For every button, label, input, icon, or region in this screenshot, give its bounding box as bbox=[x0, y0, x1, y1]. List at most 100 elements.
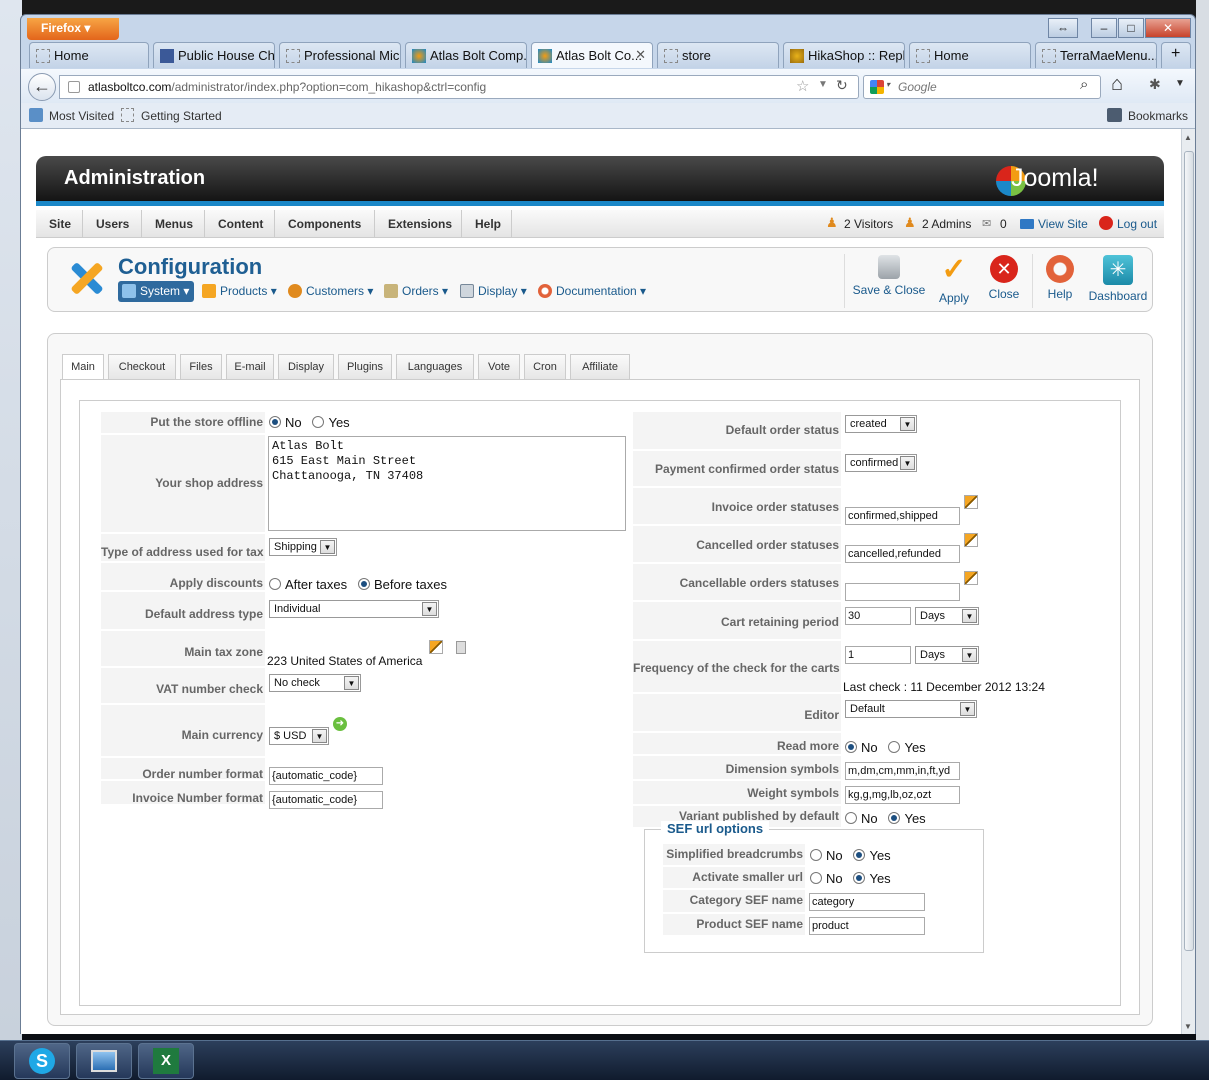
submenu-system[interactable]: System ▾ bbox=[118, 281, 194, 302]
browser-tab[interactable]: Home bbox=[909, 42, 1031, 68]
view-site-link[interactable]: View Site bbox=[1038, 217, 1088, 231]
trash-icon[interactable] bbox=[456, 641, 466, 654]
home-icon[interactable]: ⌂ bbox=[1111, 73, 1123, 96]
skype-taskbar-button[interactable]: S bbox=[14, 1043, 70, 1079]
default-address-select[interactable]: Individual ▼ bbox=[269, 600, 439, 618]
new-tab-button[interactable]: + bbox=[1161, 42, 1191, 68]
radio-unchecked[interactable] bbox=[888, 741, 901, 753]
cart-retaining-input[interactable]: 30 bbox=[845, 607, 911, 625]
shop-address-textarea[interactable]: Atlas Bolt 615 East Main Street Chattano… bbox=[268, 436, 626, 531]
logout-link[interactable]: Log out bbox=[1117, 217, 1157, 231]
tab-main[interactable]: Main bbox=[62, 354, 104, 381]
invoice-format-input[interactable]: {automatic_code} bbox=[269, 791, 383, 809]
tab-affiliate[interactable]: Affiliate bbox=[570, 354, 630, 380]
menu-dropdown-icon[interactable]: ▼ bbox=[1175, 78, 1185, 89]
scrollbar-thumb[interactable] bbox=[1184, 151, 1194, 951]
store-offline-radio[interactable]: No Yes bbox=[269, 415, 350, 430]
browser-tab[interactable]: Professional Mic... bbox=[279, 42, 401, 68]
apply-button[interactable]: ✓ Apply bbox=[934, 252, 974, 308]
search-icon[interactable]: ⌕ bbox=[1080, 76, 1088, 93]
menu-content[interactable]: Content bbox=[205, 210, 275, 238]
bookmark-star-icon[interactable]: ☆ bbox=[796, 77, 809, 95]
invoice-statuses-input[interactable]: confirmed,shipped bbox=[845, 507, 960, 525]
google-icon[interactable] bbox=[870, 80, 884, 94]
tab-languages[interactable]: Languages bbox=[396, 354, 474, 380]
radio-checked[interactable] bbox=[888, 812, 901, 824]
tab-display[interactable]: Display bbox=[278, 354, 334, 380]
dashboard-button[interactable]: ✳ Dashboard bbox=[1088, 252, 1148, 308]
firefox-menu-button[interactable]: Firefox ▾ bbox=[27, 18, 119, 40]
browser-tab[interactable]: Public House Ch... bbox=[153, 42, 275, 68]
vat-check-select[interactable]: No check ▼ bbox=[269, 674, 361, 692]
radio-checked[interactable] bbox=[357, 578, 370, 590]
radio-unchecked[interactable] bbox=[312, 416, 325, 428]
tab-files[interactable]: Files bbox=[180, 354, 222, 380]
tab-vote[interactable]: Vote bbox=[478, 354, 520, 380]
edit-icon[interactable] bbox=[964, 533, 978, 547]
addon-icon[interactable]: ✱ bbox=[1149, 76, 1161, 93]
order-format-input[interactable]: {automatic_code} bbox=[269, 767, 383, 785]
check-frequency-unit-select[interactable]: Days ▼ bbox=[915, 646, 979, 664]
scroll-down-icon[interactable]: ▼ bbox=[1184, 1022, 1192, 1031]
save-close-button[interactable]: Save & Close bbox=[852, 252, 926, 308]
restore-icon[interactable]: ⇔ bbox=[1048, 18, 1078, 38]
scroll-up-icon[interactable]: ▲ bbox=[1184, 133, 1192, 142]
radio-checked[interactable] bbox=[853, 872, 866, 884]
default-status-select[interactable]: created ▼ bbox=[845, 415, 917, 433]
payment-status-select[interactable]: confirmed ▼ bbox=[845, 454, 917, 472]
url-bar[interactable]: atlasboltco.com/administrator/index.php?… bbox=[59, 75, 859, 99]
help-button[interactable]: Help bbox=[1040, 252, 1080, 308]
refresh-icon[interactable]: ➜ bbox=[333, 717, 347, 731]
breadcrumbs-radio[interactable]: No Yes bbox=[810, 848, 891, 863]
submenu-customers[interactable]: Customers ▾ bbox=[286, 281, 373, 302]
radio-checked[interactable] bbox=[269, 416, 281, 428]
dimension-input[interactable]: m,dm,cm,mm,in,ft,yd bbox=[845, 762, 960, 780]
history-dropdown-icon[interactable]: ▼ bbox=[818, 79, 828, 90]
tab-cron[interactable]: Cron bbox=[524, 354, 566, 380]
radio-unchecked[interactable] bbox=[810, 872, 822, 884]
radio-unchecked[interactable] bbox=[269, 578, 281, 590]
messages-count[interactable]: 0 bbox=[1000, 217, 1007, 231]
radio-unchecked[interactable] bbox=[810, 849, 822, 861]
bookmarks-menu[interactable]: Bookmarks bbox=[1128, 109, 1188, 123]
tab-close-icon[interactable]: ✕ bbox=[635, 47, 646, 63]
variant-radio[interactable]: No Yes bbox=[845, 811, 926, 826]
page-scrollbar[interactable]: ▲ ▼ bbox=[1181, 129, 1195, 1034]
submenu-display[interactable]: Display ▾ bbox=[458, 281, 527, 302]
edit-icon[interactable] bbox=[964, 495, 978, 509]
menu-users[interactable]: Users bbox=[83, 210, 142, 238]
excel-taskbar-button[interactable]: X bbox=[138, 1043, 194, 1079]
tab-checkout[interactable]: Checkout bbox=[108, 354, 176, 380]
browser-tab[interactable]: Home bbox=[29, 42, 149, 68]
browser-tab-active[interactable]: Atlas Bolt Co... ✕ bbox=[531, 42, 653, 68]
tab-plugins[interactable]: Plugins bbox=[338, 354, 392, 380]
apply-discounts-radio[interactable]: After taxes Before taxes bbox=[269, 577, 447, 592]
radio-checked[interactable] bbox=[853, 849, 866, 861]
back-button[interactable]: ← bbox=[28, 73, 56, 101]
product-sef-input[interactable]: product bbox=[809, 917, 925, 935]
read-more-radio[interactable]: No Yes bbox=[845, 740, 926, 755]
engine-dropdown-icon[interactable]: ▾ bbox=[886, 80, 890, 89]
weight-input[interactable]: kg,g,mg,lb,oz,ozt bbox=[845, 786, 960, 804]
browser-tab[interactable]: TerraMaeMenu.... bbox=[1035, 42, 1157, 68]
radio-unchecked[interactable] bbox=[845, 812, 857, 824]
browser-tab[interactable]: store bbox=[657, 42, 779, 68]
tab-email[interactable]: E-mail bbox=[226, 354, 274, 380]
submenu-documentation[interactable]: Documentation ▾ bbox=[536, 281, 646, 302]
browser-tab[interactable]: Atlas Bolt Comp... bbox=[405, 42, 527, 68]
check-frequency-input[interactable]: 1 bbox=[845, 646, 911, 664]
edit-icon[interactable] bbox=[964, 571, 978, 585]
remote-desktop-taskbar-button[interactable] bbox=[76, 1043, 132, 1079]
reload-icon[interactable]: ↻ bbox=[836, 77, 848, 94]
cart-retaining-unit-select[interactable]: Days ▼ bbox=[915, 607, 979, 625]
cancellable-statuses-input[interactable] bbox=[845, 583, 960, 601]
cancelled-statuses-input[interactable]: cancelled,refunded bbox=[845, 545, 960, 563]
window-close-button[interactable]: ✕ bbox=[1145, 18, 1191, 38]
menu-extensions[interactable]: Extensions bbox=[375, 210, 462, 238]
submenu-products[interactable]: Products ▾ bbox=[200, 281, 277, 302]
category-sef-input[interactable]: category bbox=[809, 893, 925, 911]
editor-select[interactable]: Default ▼ bbox=[845, 700, 977, 718]
minimize-button[interactable]: – bbox=[1091, 18, 1117, 38]
smaller-url-radio[interactable]: No Yes bbox=[810, 871, 891, 886]
browser-tab[interactable]: HikaShop :: Repl... bbox=[783, 42, 905, 68]
